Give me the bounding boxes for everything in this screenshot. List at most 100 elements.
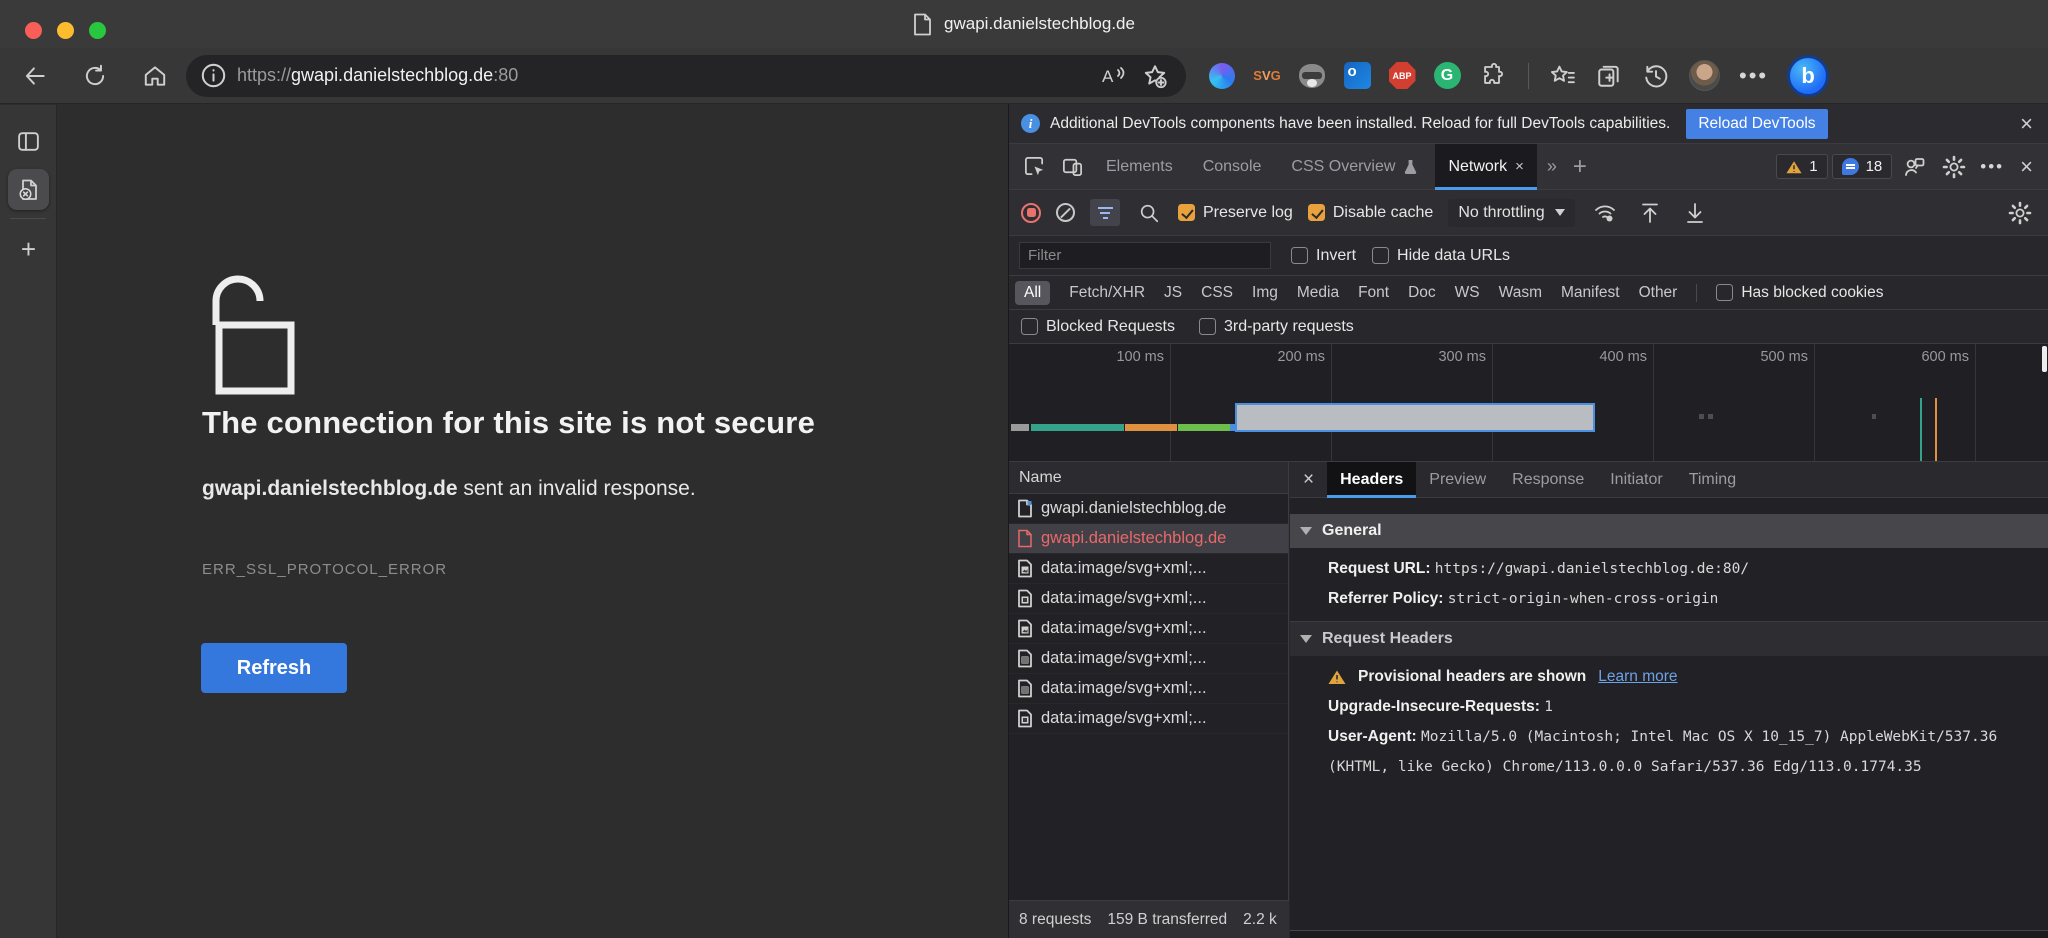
learn-more-link[interactable]: Learn more xyxy=(1598,662,1677,692)
network-conditions-button[interactable] xyxy=(1590,192,1620,234)
invert-checkbox[interactable] xyxy=(1291,247,1308,264)
bing-copilot-button[interactable]: b xyxy=(1787,55,1829,97)
device-toolbar-button[interactable] xyxy=(1055,146,1089,188)
active-tab-button[interactable] xyxy=(8,169,49,210)
refresh-page-button[interactable]: Refresh xyxy=(201,643,347,693)
error-count-badge[interactable]: 1 xyxy=(1776,154,1827,179)
filter-media[interactable]: Media xyxy=(1297,284,1339,302)
details-tab-preview[interactable]: Preview xyxy=(1416,462,1499,498)
name-column-header[interactable]: Name xyxy=(1009,462,1288,494)
request-row[interactable]: data:image/svg+xml;... xyxy=(1009,704,1288,734)
referrer-policy-label: Referrer Policy: xyxy=(1328,590,1443,607)
outlook-extension-icon[interactable] xyxy=(1343,62,1371,90)
filter-wasm[interactable]: Wasm xyxy=(1499,284,1542,302)
details-tab-response[interactable]: Response xyxy=(1499,462,1597,498)
refresh-button[interactable] xyxy=(74,55,116,97)
tab-elements[interactable]: Elements xyxy=(1093,144,1186,190)
request-row[interactable]: data:image/svg+xml;... xyxy=(1009,584,1288,614)
filter-other[interactable]: Other xyxy=(1639,284,1678,302)
provisional-headers-line: Provisional headers are shown Learn more xyxy=(1290,662,2048,692)
filter-font[interactable]: Font xyxy=(1358,284,1389,302)
devtools-menu-button[interactable]: ••• xyxy=(1980,157,2004,177)
reload-devtools-button[interactable]: Reload DevTools xyxy=(1686,109,1827,139)
details-close-button[interactable]: × xyxy=(1290,470,1327,489)
has-blocked-cookies-checkbox[interactable] xyxy=(1716,284,1733,301)
invert-label: Invert xyxy=(1316,247,1356,265)
adblock-plus-extension-icon[interactable]: ABP xyxy=(1388,62,1416,90)
back-button[interactable] xyxy=(14,55,56,97)
throttling-dropdown[interactable]: No throttling xyxy=(1448,199,1574,227)
request-row[interactable]: data:image/svg+xml;... xyxy=(1009,674,1288,704)
blocked-requests-checkbox[interactable] xyxy=(1021,318,1038,335)
details-tab-headers[interactable]: Headers xyxy=(1327,462,1416,498)
tab-network-close-icon[interactable]: × xyxy=(1515,158,1524,175)
tab-css-overview[interactable]: CSS Overview xyxy=(1278,144,1431,190)
disable-cache-checkbox[interactable] xyxy=(1308,204,1325,221)
filter-css[interactable]: CSS xyxy=(1201,284,1233,302)
tick-600ms: 600 ms xyxy=(1907,349,1969,365)
browser-menu-button[interactable]: ••• xyxy=(1739,63,1768,89)
third-party-checkbox[interactable] xyxy=(1199,318,1216,335)
filter-doc[interactable]: Doc xyxy=(1408,284,1436,302)
url-text[interactable]: https://gwapi.danielstechblog.de:80 xyxy=(237,65,518,86)
details-tab-initiator[interactable]: Initiator xyxy=(1597,462,1675,498)
address-bar[interactable]: https://gwapi.danielstechblog.de:80 A xyxy=(186,55,1186,97)
filter-img[interactable]: Img xyxy=(1252,284,1278,302)
request-row-selected[interactable]: gwapi.danielstechblog.de xyxy=(1009,524,1288,554)
profile-avatar[interactable] xyxy=(1689,60,1720,91)
more-tabs-button[interactable]: » xyxy=(1541,156,1563,177)
request-row[interactable]: data:image/svg+xml;... xyxy=(1009,614,1288,644)
timeline-selected-range[interactable] xyxy=(1235,403,1595,432)
general-section-header[interactable]: General xyxy=(1290,514,2048,548)
extensions-puzzle-icon[interactable] xyxy=(1478,62,1506,90)
feedback-button[interactable] xyxy=(1896,146,1932,188)
new-tab-button[interactable]: + xyxy=(0,227,57,271)
favorite-star-icon xyxy=(1142,63,1168,89)
filter-input[interactable] xyxy=(1019,242,1271,269)
filter-toggle-button[interactable] xyxy=(1090,199,1120,226)
preserve-log-checkbox[interactable] xyxy=(1178,204,1195,221)
error-heading: The connection for this site is not secu… xyxy=(202,405,815,441)
tick-200ms: 200 ms xyxy=(1263,349,1325,365)
network-overview-timeline[interactable]: 100 ms 200 ms 300 ms 400 ms 500 ms 600 m… xyxy=(1009,344,2048,462)
message-count-badge[interactable]: 18 xyxy=(1832,154,1893,179)
clear-network-log-button[interactable] xyxy=(1056,203,1075,222)
history-button[interactable] xyxy=(1642,62,1670,90)
svg-extension-icon[interactable]: SVG xyxy=(1253,62,1281,90)
devtools-close-button[interactable]: × xyxy=(2020,156,2033,178)
request-headers-section-header[interactable]: Request Headers xyxy=(1290,622,2048,656)
import-har-button[interactable] xyxy=(1680,192,1710,234)
timeline-scroll-thumb[interactable] xyxy=(2042,346,2047,372)
record-network-log-button[interactable] xyxy=(1021,203,1041,223)
add-tab-button[interactable]: + xyxy=(1567,153,1593,181)
inspect-element-button[interactable] xyxy=(1017,146,1051,188)
filter-all[interactable]: All xyxy=(1015,281,1050,305)
designer-extension-icon[interactable] xyxy=(1208,62,1236,90)
grammarly-extension-icon[interactable]: G xyxy=(1433,62,1461,90)
tab-console[interactable]: Console xyxy=(1190,144,1275,190)
request-row[interactable]: gwapi.danielstechblog.de xyxy=(1009,494,1288,524)
raccoon-extension-icon[interactable] xyxy=(1298,62,1326,90)
hide-data-urls-checkbox[interactable] xyxy=(1372,247,1389,264)
export-har-button[interactable] xyxy=(1635,192,1665,234)
collections-button[interactable] xyxy=(1595,62,1623,90)
filter-fetch-xhr[interactable]: Fetch/XHR xyxy=(1069,284,1145,302)
read-aloud-button[interactable]: A xyxy=(1092,55,1134,97)
favorites-bar-button[interactable] xyxy=(1548,62,1576,90)
search-button[interactable] xyxy=(1135,192,1163,234)
filter-manifest[interactable]: Manifest xyxy=(1561,284,1620,302)
site-info-icon[interactable] xyxy=(200,62,227,89)
filter-ws[interactable]: WS xyxy=(1455,284,1480,302)
filter-js[interactable]: JS xyxy=(1164,284,1182,302)
infobar-close-button[interactable]: × xyxy=(2020,113,2033,135)
tab-panel-toggle-button[interactable] xyxy=(0,119,57,163)
request-row[interactable]: data:image/svg+xml;... xyxy=(1009,554,1288,584)
network-settings-button[interactable] xyxy=(2005,192,2035,234)
request-row[interactable]: data:image/svg+xml;... xyxy=(1009,644,1288,674)
devtools-settings-button[interactable] xyxy=(1936,146,1972,188)
tab-network[interactable]: Network× xyxy=(1435,144,1536,190)
error-page: The connection for this site is not secu… xyxy=(58,105,1008,938)
details-tab-timing[interactable]: Timing xyxy=(1676,462,1749,498)
add-favorite-button[interactable] xyxy=(1134,55,1176,97)
home-button[interactable] xyxy=(134,55,176,97)
